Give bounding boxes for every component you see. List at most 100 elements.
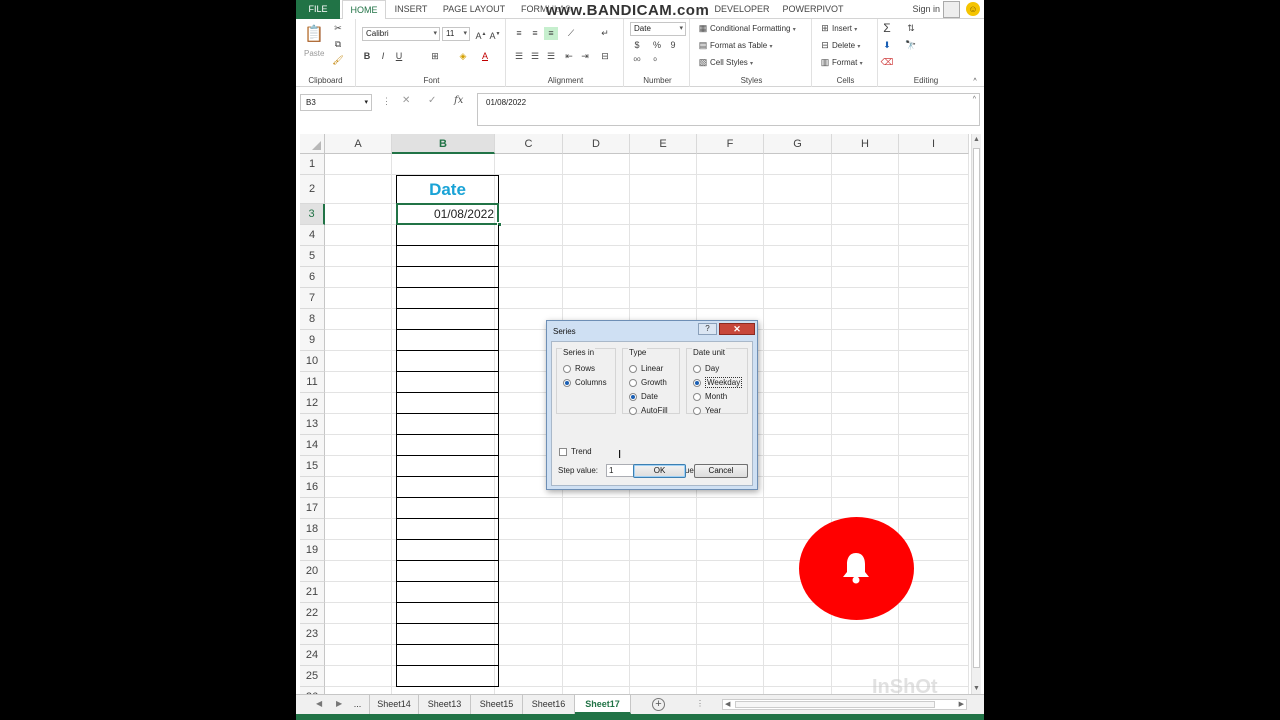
cell-styles-button[interactable]: Cell Styles ▾ — [710, 58, 753, 67]
underline-button[interactable]: U — [392, 50, 406, 63]
row-header-10[interactable]: 10 — [300, 351, 325, 372]
bottom-align-icon[interactable]: ≡ — [544, 27, 558, 40]
sheet-overflow[interactable]: ... — [346, 695, 370, 714]
add-sheet-icon[interactable]: + — [652, 698, 665, 711]
sheet-tab-sheet13[interactable]: Sheet13 — [419, 695, 471, 714]
row-header-11[interactable]: 11 — [300, 372, 325, 393]
row-header-9[interactable]: 9 — [300, 330, 325, 351]
ok-button[interactable]: OK — [633, 464, 686, 478]
row-header-18[interactable]: 18 — [300, 519, 325, 540]
row-header-16[interactable]: 16 — [300, 477, 325, 498]
next-sheet-icon[interactable]: ▶ — [336, 699, 342, 708]
scroll-up-icon[interactable]: ▲ — [973, 136, 980, 143]
user-avatar-icon[interactable] — [943, 1, 960, 18]
cell-b24[interactable] — [396, 645, 499, 666]
decrease-decimal-icon[interactable]: ⁰ — [648, 55, 662, 68]
column-header-c[interactable]: C — [495, 134, 563, 154]
feedback-smiley-icon[interactable]: ☺ — [966, 2, 980, 16]
radio-autofill[interactable]: AutoFill — [629, 405, 668, 416]
format-as-table-button[interactable]: Format as Table ▾ — [710, 41, 772, 50]
percent-icon[interactable]: % — [650, 39, 664, 52]
cell-b21[interactable] — [396, 582, 499, 603]
scroll-down-icon[interactable]: ▼ — [973, 685, 980, 692]
cell-b4[interactable] — [396, 225, 499, 246]
cell-b20[interactable] — [396, 561, 499, 582]
cell-b9[interactable] — [396, 330, 499, 351]
row-header-14[interactable]: 14 — [300, 435, 325, 456]
row-header-8[interactable]: 8 — [300, 309, 325, 330]
grow-font-icon[interactable]: A▲ — [474, 28, 488, 41]
scroll-left-icon[interactable]: ◀ — [725, 700, 730, 708]
name-box[interactable]: B3 ▾ — [300, 94, 372, 111]
tab-page-layout[interactable]: PAGE LAYOUT — [436, 0, 512, 19]
cell-b7[interactable] — [396, 288, 499, 309]
font-name-select[interactable]: Calibri ▾ — [362, 27, 440, 41]
row-header-2[interactable]: 2 — [300, 175, 325, 204]
radio-year[interactable]: Year — [693, 405, 721, 416]
increase-indent-icon[interactable]: ⇥ — [578, 50, 592, 63]
select-all-corner[interactable] — [300, 134, 325, 154]
tab-powerpivot[interactable]: POWERPIVOT — [780, 0, 846, 19]
font-size-select[interactable]: 11 ▾ — [442, 27, 470, 41]
sheet-tab-sheet16[interactable]: Sheet16 — [523, 695, 575, 714]
number-format-select[interactable]: Date ▾ — [630, 22, 686, 36]
radio-month[interactable]: Month — [693, 391, 727, 402]
scroll-right-icon[interactable]: ▶ — [959, 700, 964, 708]
sign-in-link[interactable]: Sign in — [912, 4, 940, 14]
cell-b8[interactable] — [396, 309, 499, 330]
expand-formula-bar-icon[interactable]: ^ — [973, 96, 976, 103]
cell-b17[interactable] — [396, 498, 499, 519]
column-header-e[interactable]: E — [630, 134, 697, 154]
row-header-23[interactable]: 23 — [300, 624, 325, 645]
prev-sheet-icon[interactable]: ◀ — [316, 699, 322, 708]
row-header-21[interactable]: 21 — [300, 582, 325, 603]
decrease-indent-icon[interactable]: ⇤ — [562, 50, 576, 63]
radio-growth[interactable]: Growth — [629, 377, 667, 388]
find-select-icon[interactable]: 🔭 — [904, 39, 918, 52]
horizontal-scrollbar[interactable]: ◀ ▶ — [722, 699, 967, 710]
format-painter-icon[interactable]: 🖌 — [331, 54, 345, 67]
cell-b6[interactable] — [396, 267, 499, 288]
row-header-7[interactable]: 7 — [300, 288, 325, 309]
cell-b25[interactable] — [396, 666, 499, 687]
row-header-4[interactable]: 4 — [300, 225, 325, 246]
cancel-entry-icon[interactable]: ✕ — [402, 95, 410, 106]
column-header-i[interactable]: I — [899, 134, 969, 154]
radio-columns[interactable]: Columns — [563, 377, 607, 388]
row-header-25[interactable]: 25 — [300, 666, 325, 687]
sheet-tab-sheet15[interactable]: Sheet15 — [471, 695, 523, 714]
enter-entry-icon[interactable]: ✓ — [428, 95, 436, 106]
cell-b10[interactable] — [396, 351, 499, 372]
orientation-icon[interactable]: ⟋ — [564, 27, 578, 40]
format-cells-button[interactable]: Format ▾ — [832, 58, 863, 67]
row-header-20[interactable]: 20 — [300, 561, 325, 582]
row-header-3[interactable]: 3 — [300, 204, 325, 225]
row-header-19[interactable]: 19 — [300, 540, 325, 561]
insert-cells-button[interactable]: Insert ▾ — [832, 24, 857, 33]
row-header-15[interactable]: 15 — [300, 456, 325, 477]
italic-button[interactable]: I — [376, 50, 390, 63]
tab-insert[interactable]: INSERT — [392, 0, 430, 19]
middle-align-icon[interactable]: ≡ — [528, 27, 542, 40]
help-button[interactable]: ? — [698, 323, 717, 335]
formula-bar-grip-icon[interactable]: ⋮ — [382, 96, 391, 107]
row-header-1[interactable]: 1 — [300, 154, 325, 175]
paste-label[interactable]: Paste — [304, 49, 324, 58]
cell-b11[interactable] — [396, 372, 499, 393]
increase-decimal-icon[interactable]: ⁰⁰ — [630, 55, 644, 68]
radio-date[interactable]: Date — [629, 391, 658, 402]
vertical-scrollbar[interactable]: ▲ ▼ — [971, 134, 981, 694]
tab-developer[interactable]: DEVELOPER — [712, 0, 772, 19]
column-header-h[interactable]: H — [832, 134, 899, 154]
tab-file[interactable]: FILE — [296, 0, 340, 19]
row-header-13[interactable]: 13 — [300, 414, 325, 435]
column-header-g[interactable]: G — [764, 134, 832, 154]
cell-b15[interactable] — [396, 456, 499, 477]
vertical-scroll-thumb[interactable] — [973, 148, 980, 668]
cell-b3[interactable]: 01/08/2022 — [396, 203, 499, 225]
column-header-f[interactable]: F — [697, 134, 764, 154]
insert-function-icon[interactable]: fx — [454, 95, 463, 106]
row-header-26[interactable]: 26 — [300, 687, 325, 694]
cell-b22[interactable] — [396, 603, 499, 624]
column-header-d[interactable]: D — [563, 134, 630, 154]
